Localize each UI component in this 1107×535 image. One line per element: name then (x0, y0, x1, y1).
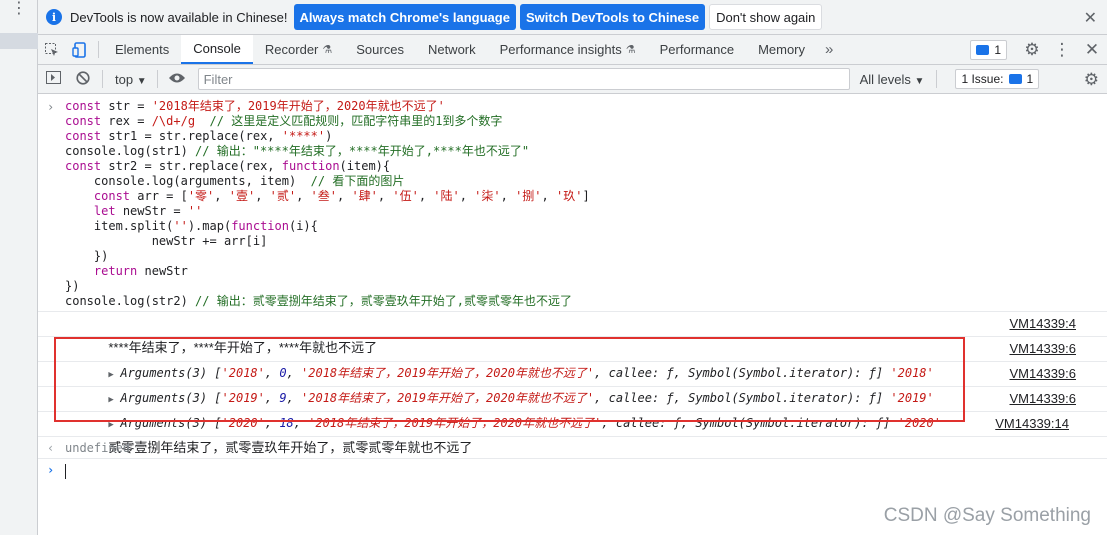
console-output[interactable]: › const str = '2018年结束了，2019年开始了，2020年就也… (38, 95, 1107, 535)
arguments-row[interactable]: ▶ Arguments(3) ['2019', 9, '2018年结束了，2019… (38, 362, 1107, 405)
kebab-menu-icon[interactable]: ⋮ (11, 1, 27, 26)
toolbar-divider (156, 70, 158, 88)
tab-console[interactable]: Console (181, 35, 253, 64)
console-prompt[interactable]: › (38, 459, 1107, 483)
clear-console-icon[interactable] (68, 70, 98, 88)
experiment-flask-icon: ⚗ (625, 44, 636, 56)
issues-count: 1 (1026, 72, 1034, 86)
code-line: console.log(arguments, item) // 看下面的图片 (65, 174, 405, 188)
arguments-row[interactable]: ▶ Arguments(3) ['2018', 0, '2018年结束了，2019… (38, 337, 1107, 380)
tab-label: Console (193, 41, 241, 56)
levels-value: All levels (859, 71, 911, 87)
issue-bubble-icon (1009, 74, 1023, 84)
console-settings-gear-icon[interactable]: ⚙ (1084, 70, 1099, 90)
message-bubble-icon (976, 45, 990, 55)
tab-label: Network (427, 42, 476, 57)
close-devtools-icon[interactable]: ✕ (1077, 40, 1107, 60)
log-row-str2: 贰零壹捌年结束了，贰零壹玖年开始了，贰零贰零年就也不远了 VM14339:14 (38, 412, 1107, 455)
experiment-flask-icon: ⚗ (322, 44, 333, 56)
close-icon[interactable]: ✕ (1084, 8, 1097, 28)
tab-label: Performance insights (499, 42, 622, 57)
overflow-chevron: » (825, 41, 834, 58)
settings-gear-icon[interactable]: ⚙ (1017, 40, 1047, 60)
context-value: top (115, 71, 134, 87)
tab-label: Performance (659, 42, 735, 57)
more-tabs-icon[interactable]: » (817, 35, 841, 64)
tab-performance[interactable]: Performance (648, 35, 746, 64)
code-lines: const str = '2018年结束了，2019年开始了，2020年就也不远… (65, 99, 1107, 309)
issues-label: 1 Issue: (961, 72, 1004, 86)
source-link[interactable]: VM14339:14 (995, 412, 1069, 436)
dont-show-again-button[interactable]: Don't show again (709, 4, 823, 30)
log-row-str1: ****年结束了，****年开始了，****年就也不远了 VM14339:4 (38, 312, 1107, 355)
watermark: CSDN @Say Something (883, 505, 1091, 526)
code-line: console.log(str1) // 输出："****年结束了，****年开… (65, 144, 530, 158)
source-link[interactable]: VM14339:6 (1010, 387, 1077, 411)
return-value: undefined (65, 441, 131, 455)
code-line: item.split('').map(function(i){ (65, 219, 318, 233)
code-line: const arr = ['零', '壹', '贰', '叁', '肆', '伍… (93, 189, 590, 203)
inspect-element-icon[interactable] (38, 35, 66, 64)
device-toolbar-icon[interactable] (66, 35, 94, 64)
tabbar-right-controls: 1 ⚙ ⋮ ✕ (970, 35, 1107, 65)
messages-count: 1 (994, 43, 1001, 57)
filter-input[interactable] (197, 68, 850, 90)
text-cursor (65, 464, 66, 479)
input-chevron-icon: › (47, 100, 55, 114)
arguments-row[interactable]: ▶ Arguments(3) ['2020', 18, '2018年结束了，201… (38, 387, 1107, 430)
tab-elements[interactable]: Elements (103, 35, 181, 64)
more-options-icon[interactable]: ⋮ (1047, 40, 1077, 60)
devtools-panel: i DevTools is now available in Chinese! … (38, 0, 1107, 535)
show-sidebar-icon[interactable] (38, 71, 68, 87)
code-line: return newStr (93, 264, 188, 278)
code-line: let newStr = '' (93, 204, 203, 218)
toolbar-divider (102, 70, 103, 88)
source-link[interactable]: VM14339:6 (1010, 337, 1077, 361)
language-infobar: i DevTools is now available in Chinese! … (38, 0, 1107, 35)
prompt-chevron-icon: › (47, 463, 55, 477)
dropdown-arrow-icon: ▼ (136, 75, 147, 87)
code-line: const str1 = str.replace(rex, '****') (65, 129, 333, 143)
code-line: const str = '2018年结束了，2019年开始了，2020年就也不远… (65, 99, 445, 113)
infobar-message: DevTools is now available in Chinese! (70, 9, 288, 25)
tab-label: Elements (115, 42, 170, 57)
left-gutter: ⋮ (0, 0, 38, 535)
tab-label: Sources (356, 42, 404, 57)
tab-label: Memory (758, 42, 806, 57)
main-tab-bar: Elements Console Recorder ⚗ Sources Netwo… (38, 35, 1107, 65)
messages-badge-button[interactable]: 1 (970, 40, 1007, 60)
gutter-selection (0, 33, 38, 49)
source-link[interactable]: VM14339:6 (1010, 362, 1077, 386)
dropdown-arrow-icon: ▼ (914, 75, 925, 87)
tab-memory[interactable]: Memory (746, 35, 817, 64)
tab-sources[interactable]: Sources (344, 35, 416, 64)
toolbar-divider (936, 70, 938, 88)
tab-label: Recorder (264, 42, 319, 57)
return-value-row: ‹ undefined (38, 437, 1107, 459)
context-selector[interactable]: top ▼ (107, 72, 153, 87)
toolbar-divider (98, 41, 99, 58)
code-line: }) (65, 279, 80, 293)
tab-network[interactable]: Network (416, 35, 488, 64)
info-icon: i (46, 9, 62, 25)
live-expression-eye-icon[interactable] (162, 71, 192, 87)
code-line: const str2 = str.replace(rex, function(i… (65, 159, 391, 173)
code-line: newStr += arr[i] (65, 234, 268, 248)
source-link[interactable]: VM14339:4 (1010, 312, 1077, 336)
tab-recorder[interactable]: Recorder ⚗ (253, 35, 344, 64)
code-line: const rex = /\d+/g // 这里是定义匹配规则，匹配字符串里的1… (65, 114, 503, 128)
log-levels-dropdown[interactable]: All levels ▼ (860, 72, 925, 87)
console-toolbar: top ▼ All levels ▼ 1 Issue: 1 ⚙ (38, 65, 1107, 94)
switch-to-chinese-button[interactable]: Switch DevTools to Chinese (519, 4, 706, 30)
input-code-block: › const str = '2018年结束了，2019年开始了，2020年就也… (38, 95, 1107, 312)
code-line: console.log(str2) // 输出：贰零壹捌年结束了，贰零壹玖年开始… (65, 294, 572, 308)
issues-button[interactable]: 1 Issue: 1 (955, 69, 1040, 89)
tab-performance-insights[interactable]: Performance insights ⚗ (488, 35, 648, 64)
return-arrow-icon: ‹ (47, 441, 55, 455)
always-match-language-button[interactable]: Always match Chrome's language (293, 4, 516, 30)
code-line: }) (65, 249, 109, 263)
